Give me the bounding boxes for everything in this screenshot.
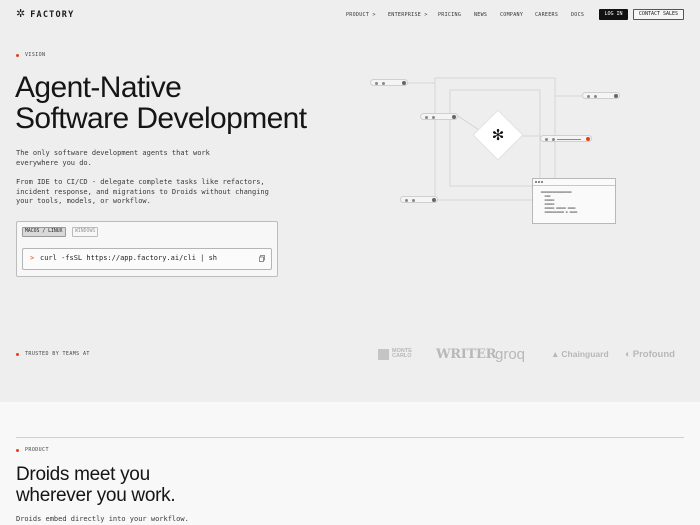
product-title-line1: Droids meet you <box>16 464 150 485</box>
droid-icon: ✻ <box>491 127 505 144</box>
profound-icon: ◐ <box>625 348 631 360</box>
logo-writer: WRITER <box>436 346 497 362</box>
hero-title-line2: Software Development <box>15 102 307 135</box>
product-description: Droids embed directly into your workflow… <box>16 515 189 523</box>
logo-profound: ◐ Profound <box>625 344 675 364</box>
nav-news[interactable]: NEWS <box>474 12 487 18</box>
product-title: Droids meet you wherever you work. <box>16 464 176 506</box>
nav-pricing[interactable]: PRICING <box>438 12 461 18</box>
accent-dot <box>16 352 19 356</box>
code-card: ▬▬▬▬▬▬▬▬▬▬▬▬▬▬▬▬ ▬▬▬ ▬▬▬▬▬ ▬▬▬▬▬ ▬▬▬▬▬ ▬… <box>532 178 616 224</box>
install-box: MACOS / LINUX WINDOWS > curl -fsSL https… <box>16 221 278 277</box>
contact-sales-button[interactable]: CONTACT SALES <box>633 9 684 20</box>
node-pill-active <box>540 135 592 142</box>
chainguard-icon: ▲ <box>551 349 560 359</box>
product-section: PRODUCT Droids meet you wherever you wor… <box>0 402 700 525</box>
hero-title: Agent-Native Software Development <box>15 72 307 134</box>
hero-description: From IDE to CI/CD - delegate complete ta… <box>16 178 269 205</box>
trusted-eyebrow: TRUSTED BY TEAMS AT <box>16 351 90 357</box>
node-pill <box>370 79 408 86</box>
product-title-line2: wherever you work. <box>16 485 176 506</box>
logo-chainguard-text: Chainguard <box>561 349 609 359</box>
logo-profound-text: Profound <box>632 348 675 360</box>
logo-monte-carlo: MONTE CARLO <box>378 344 418 364</box>
nav-company[interactable]: COMPANY <box>500 12 523 18</box>
main-nav: PRODUCT > ENTERPRISE > PRICING NEWS COMP… <box>0 12 700 22</box>
vision-label: VISION <box>25 52 46 58</box>
customer-logos: MONTE CARLO WRITER groq ▲ Chainguard ◐ P… <box>376 344 700 366</box>
accent-dot <box>16 53 19 57</box>
nav-docs[interactable]: DOCS <box>571 12 584 18</box>
login-button[interactable]: LOG IN <box>599 9 628 20</box>
copy-icon[interactable] <box>259 255 265 262</box>
node-pill <box>582 92 620 99</box>
node-pill <box>420 113 458 120</box>
hero-title-line1: Agent-Native <box>15 71 182 104</box>
logo-chainguard: ▲ Chainguard <box>551 344 609 364</box>
code-card-header <box>533 179 615 186</box>
agent-diagram: ✻ ▬▬▬▬▬▬▬▬▬▬▬▬▬▬▬▬ ▬▬▬ ▬▬▬▬▬ ▬▬▬▬▬ ▬▬▬▬▬… <box>360 70 630 230</box>
section-divider <box>16 437 684 438</box>
tab-macos-linux[interactable]: MACOS / LINUX <box>22 227 66 237</box>
install-command[interactable]: > curl -fsSL https://app.factory.ai/cli … <box>22 248 272 270</box>
nav-product[interactable]: PRODUCT > <box>346 12 376 18</box>
nav-enterprise[interactable]: ENTERPRISE > <box>388 12 428 18</box>
logo-groq: groq <box>495 345 526 363</box>
logo-monte-carlo-text: MONTE CARLO <box>392 347 412 359</box>
node-pill <box>400 196 438 203</box>
hero-subtitle: The only software development agents tha… <box>16 149 210 167</box>
product-label: PRODUCT <box>25 447 49 453</box>
monte-carlo-mark <box>378 348 389 360</box>
tab-windows[interactable]: WINDOWS <box>72 227 99 237</box>
trusted-label: TRUSTED BY TEAMS AT <box>25 351 90 357</box>
product-eyebrow: PRODUCT <box>16 447 49 453</box>
vision-eyebrow: VISION <box>16 52 45 58</box>
nav-careers[interactable]: CAREERS <box>535 12 558 18</box>
code-card-lines: ▬▬▬▬▬▬▬▬▬▬▬▬▬▬▬▬ ▬▬▬ ▬▬▬▬▬ ▬▬▬▬▬ ▬▬▬▬▬ ▬… <box>540 190 578 214</box>
accent-dot <box>16 448 19 452</box>
prompt-symbol: > <box>30 254 35 262</box>
install-command-text: curl -fsSL https://app.factory.ai/cli | … <box>40 254 218 262</box>
